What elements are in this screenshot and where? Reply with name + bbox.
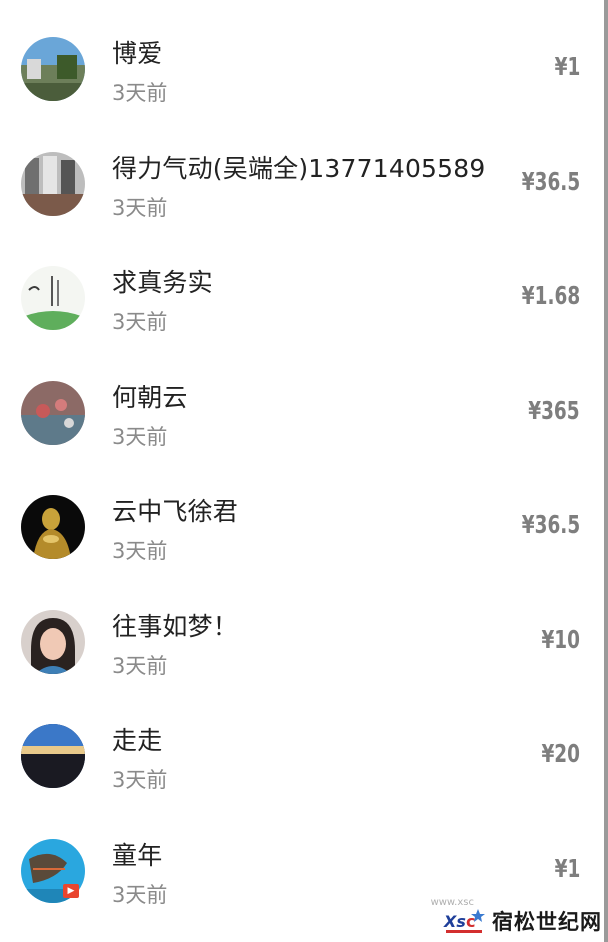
list-item[interactable]: 走走 3天前 ¥20 — [0, 687, 604, 802]
watermark: Xs c 宿松世纪网 — [442, 906, 602, 936]
donation-amount: ¥1.68 — [521, 281, 580, 310]
donation-time: 3天前 — [112, 195, 168, 220]
donation-amount: ¥36.5 — [521, 510, 580, 539]
donation-time: 3天前 — [112, 424, 168, 449]
landscape-photo-icon — [21, 37, 85, 101]
donation-amount: ¥10 — [541, 624, 580, 654]
donation-time: 3天前 — [112, 310, 168, 334]
watermark-brand: 宿松世纪网 — [492, 909, 602, 934]
donation-time: 3天前 — [112, 653, 168, 678]
donation-time: 3天前 — [112, 882, 168, 907]
donation-time: 3天前 — [112, 81, 168, 105]
list-item[interactable]: 何朝云 3天前 ¥365 — [0, 344, 604, 459]
donor-name: 往事如梦！ — [112, 611, 239, 641]
donation-list: 博爱 3天前 ¥1 得力气动(吴端全)13771405589 3天前 ¥36.5 — [0, 0, 604, 916]
donor-name: 博爱 — [112, 39, 163, 68]
donor-name: 云中飞徐君 — [112, 497, 239, 526]
avatar[interactable] — [21, 151, 85, 216]
avatar[interactable] — [21, 380, 85, 445]
list-item[interactable]: 云中飞徐君 3天前 ¥36.5 — [0, 458, 604, 573]
xsc-logo-icon: Xs c — [443, 909, 485, 933]
avatar[interactable] — [21, 609, 85, 674]
donation-amount: ¥20 — [541, 739, 580, 768]
machinery-photo-icon — [21, 151, 85, 216]
list-item[interactable]: 得力气动(吴端全)13771405589 3天前 ¥36.5 — [0, 115, 604, 230]
donation-amount: ¥1 — [554, 52, 580, 81]
horizon-photo-icon — [21, 724, 85, 788]
list-item[interactable]: 求真务实 3天前 ¥1.68 — [0, 229, 604, 344]
list-item[interactable]: 往事如梦！ 3天前 ¥10 — [0, 573, 604, 688]
portrait-photo-icon — [21, 609, 85, 674]
flowers-photo-icon — [21, 380, 85, 445]
avatar[interactable] — [21, 266, 85, 330]
donation-time: 3天前 — [112, 768, 168, 792]
avatar-badge-icon: ▶ — [63, 884, 79, 898]
list-item[interactable]: 博爱 3天前 ¥1 — [0, 0, 604, 115]
donation-amount: ¥1 — [554, 853, 580, 883]
donation-amount: ¥365 — [528, 395, 580, 425]
donor-name: 求真务实 — [112, 268, 213, 297]
donor-name: 走走 — [112, 726, 163, 755]
page-edge-shadow — [604, 0, 608, 942]
avatar[interactable] — [21, 724, 85, 788]
list-item[interactable]: 童年 3天前 ¥1 — [0, 802, 604, 917]
donation-time: 3天前 — [112, 539, 168, 563]
avatar[interactable] — [21, 37, 85, 101]
donor-name: 童年 — [112, 840, 163, 870]
golden-buddha-icon — [21, 495, 85, 559]
ink-painting-icon — [21, 266, 85, 330]
svg-text:Xs: Xs — [443, 912, 466, 931]
avatar[interactable] — [21, 495, 85, 559]
donor-name: 何朝云 — [112, 382, 188, 412]
donation-amount: ¥36.5 — [521, 166, 580, 196]
donor-name: 得力气动(吴端全)13771405589 — [112, 153, 486, 183]
